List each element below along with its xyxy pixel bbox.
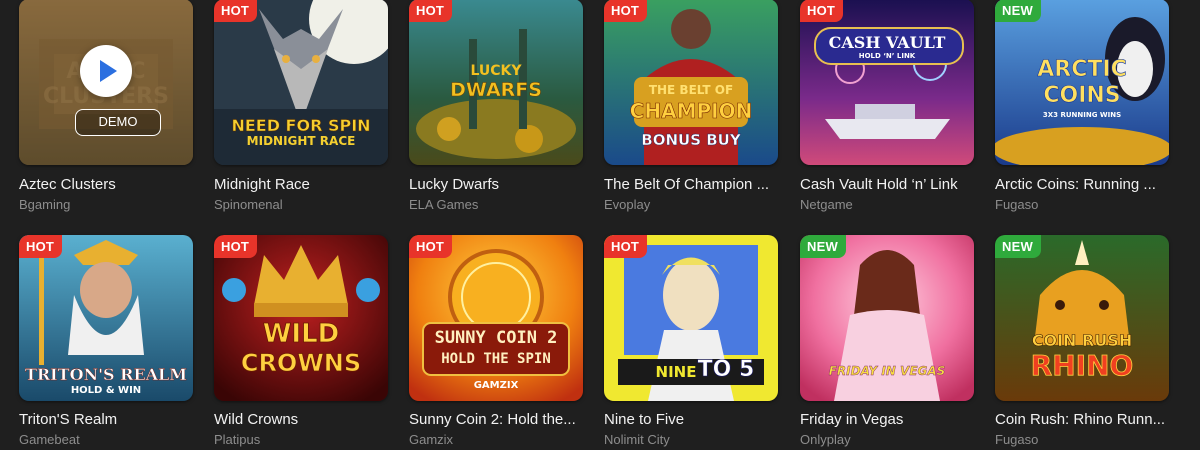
- game-card[interactable]: HOT LUCKY DWARFS Lucky Dwarfs ELA Games: [409, 0, 583, 213]
- new-badge: NEW: [995, 0, 1041, 22]
- game-logo-line2: COINS: [1043, 83, 1121, 109]
- game-logo-line2: HOLD & WIN: [70, 385, 142, 396]
- game-provider[interactable]: Spinomenal: [214, 197, 388, 213]
- game-thumbnail[interactable]: HOT NEED FOR SPIN MIDNIGHT RACE: [214, 0, 388, 165]
- demo-button[interactable]: DEMO: [75, 109, 161, 136]
- game-logo-line2: TO 5: [697, 357, 755, 383]
- game-card[interactable]: HOT CASH VAULT HOLD ‘N’ LINK Cash Vault …: [800, 0, 974, 213]
- game-logo-line1: NEED FOR SPIN: [231, 116, 371, 136]
- game-provider[interactable]: Fugaso: [995, 197, 1169, 213]
- game-provider[interactable]: Nolimit City: [604, 432, 778, 448]
- game-logo-line2: CHAMPION: [629, 99, 753, 124]
- hot-badge: HOT: [604, 0, 648, 22]
- hot-badge: HOT: [214, 0, 258, 22]
- hot-badge: HOT: [409, 0, 453, 22]
- game-thumbnail[interactable]: HOT WILD CROWNS: [214, 235, 388, 401]
- game-title[interactable]: Midnight Race: [214, 176, 388, 194]
- game-card[interactable]: HOT THE BELT OF CHAMPION BONUS BUY The B…: [604, 0, 778, 213]
- game-provider[interactable]: Gamzix: [409, 432, 583, 448]
- game-logo-line2: DWARFS: [450, 79, 542, 102]
- game-card[interactable]: HOT NEED FOR SPIN MIDNIGHT RACE Midnight…: [214, 0, 388, 213]
- game-art: [409, 235, 583, 401]
- game-title[interactable]: Aztec Clusters: [19, 176, 193, 194]
- game-logo-line2: HOLD THE SPIN: [441, 351, 551, 367]
- game-title[interactable]: Cash Vault Hold ‘n’ Link: [800, 176, 974, 194]
- play-icon: [100, 60, 117, 82]
- hot-badge: HOT: [604, 235, 648, 258]
- game-thumbnail[interactable]: HOT TRITON'S REALM HOLD & WIN: [19, 235, 193, 401]
- game-logo-line2: RHINO: [1030, 349, 1134, 383]
- game-logo-line1: WILD: [262, 319, 340, 350]
- game-provider[interactable]: Bgaming: [19, 197, 193, 213]
- game-card[interactable]: AZTEC CLUSTERS DEMO Aztec Clusters Bgami…: [19, 0, 193, 213]
- game-logo-line1: CASH VAULT: [828, 33, 946, 52]
- game-logo-line1: ARCTIC: [1037, 57, 1127, 83]
- hot-badge: HOT: [800, 0, 844, 22]
- game-art: [800, 0, 974, 165]
- game-logo-line2: CROWNS: [240, 349, 362, 378]
- game-provider[interactable]: Onlyplay: [800, 432, 974, 448]
- game-thumbnail[interactable]: HOT SUNNY COIN 2 HOLD THE SPIN GAMZIX: [409, 235, 583, 401]
- game-logo-line1: LUCKY: [470, 63, 522, 79]
- game-card[interactable]: HOT WILD CROWNS Wild Crowns Platipus: [214, 235, 388, 448]
- game-thumbnail[interactable]: HOT NINE TO 5: [604, 235, 778, 401]
- game-card[interactable]: HOT TRITON'S REALM HOLD & WIN Triton'S R…: [19, 235, 193, 448]
- game-title[interactable]: Coin Rush: Rhino Runn...: [995, 411, 1169, 429]
- game-title[interactable]: Arctic Coins: Running ...: [995, 176, 1169, 194]
- game-logo-line1: THE BELT OF: [648, 83, 734, 97]
- hot-badge: HOT: [409, 235, 453, 258]
- game-thumbnail[interactable]: NEW COIN RUSH RHINO: [995, 235, 1169, 401]
- game-card[interactable]: NEW FRIDAY IN VEGAS Friday in Vegas Only…: [800, 235, 974, 448]
- game-logo-line3: BONUS BUY: [641, 131, 741, 149]
- game-logo-line2: MIDNIGHT RACE: [246, 134, 356, 148]
- game-logo-line1: SUNNY COIN 2: [434, 328, 558, 348]
- game-provider[interactable]: Platipus: [214, 432, 388, 448]
- game-thumbnail[interactable]: NEW ARCTIC COINS 3X3 RUNNING WINS: [995, 0, 1169, 165]
- game-thumbnail[interactable]: HOT CASH VAULT HOLD ‘N’ LINK: [800, 0, 974, 165]
- game-title[interactable]: Wild Crowns: [214, 411, 388, 429]
- game-logo-line1: COIN RUSH: [1031, 331, 1133, 351]
- game-logo-line3: 3X3 RUNNING WINS: [1042, 111, 1122, 119]
- play-button[interactable]: [80, 45, 132, 97]
- game-logo-line2: HOLD ‘N’ LINK: [858, 52, 916, 60]
- game-thumbnail[interactable]: HOT LUCKY DWARFS: [409, 0, 583, 165]
- new-badge: NEW: [995, 235, 1041, 258]
- game-provider[interactable]: Evoplay: [604, 197, 778, 213]
- game-provider[interactable]: Netgame: [800, 197, 974, 213]
- game-title[interactable]: Sunny Coin 2: Hold the...: [409, 411, 583, 429]
- game-card[interactable]: NEW ARCTIC COINS 3X3 RUNNING WINS Arctic…: [995, 0, 1169, 213]
- game-title[interactable]: Friday in Vegas: [800, 411, 974, 429]
- game-provider[interactable]: ELA Games: [409, 197, 583, 213]
- game-title[interactable]: Triton'S Realm: [19, 411, 193, 429]
- game-card[interactable]: NEW COIN RUSH RHINO Coin Rush: Rhino Run…: [995, 235, 1169, 448]
- game-thumbnail[interactable]: NEW FRIDAY IN VEGAS: [800, 235, 974, 401]
- game-title[interactable]: The Belt Of Champion ...: [604, 176, 778, 194]
- game-logo-line1: TRITON'S REALM: [24, 365, 188, 384]
- game-grid: AZTEC CLUSTERS DEMO Aztec Clusters Bgami…: [0, 0, 1200, 450]
- game-provider[interactable]: Gamebeat: [19, 432, 193, 448]
- game-card[interactable]: HOT SUNNY COIN 2 HOLD THE SPIN GAMZIX Su…: [409, 235, 583, 448]
- hot-badge: HOT: [214, 235, 258, 258]
- game-thumbnail[interactable]: HOT THE BELT OF CHAMPION BONUS BUY: [604, 0, 778, 165]
- game-thumbnail[interactable]: AZTEC CLUSTERS DEMO: [19, 0, 193, 165]
- game-provider[interactable]: Fugaso: [995, 432, 1169, 448]
- game-title[interactable]: Nine to Five: [604, 411, 778, 429]
- provider-logo: GAMZIX: [473, 380, 519, 391]
- hot-badge: HOT: [19, 235, 63, 258]
- new-badge: NEW: [800, 235, 846, 258]
- game-title[interactable]: Lucky Dwarfs: [409, 176, 583, 194]
- game-logo-line1: FRIDAY IN VEGAS: [828, 364, 946, 378]
- game-card[interactable]: HOT NINE TO 5 Nine to Five Nolimit City: [604, 235, 778, 448]
